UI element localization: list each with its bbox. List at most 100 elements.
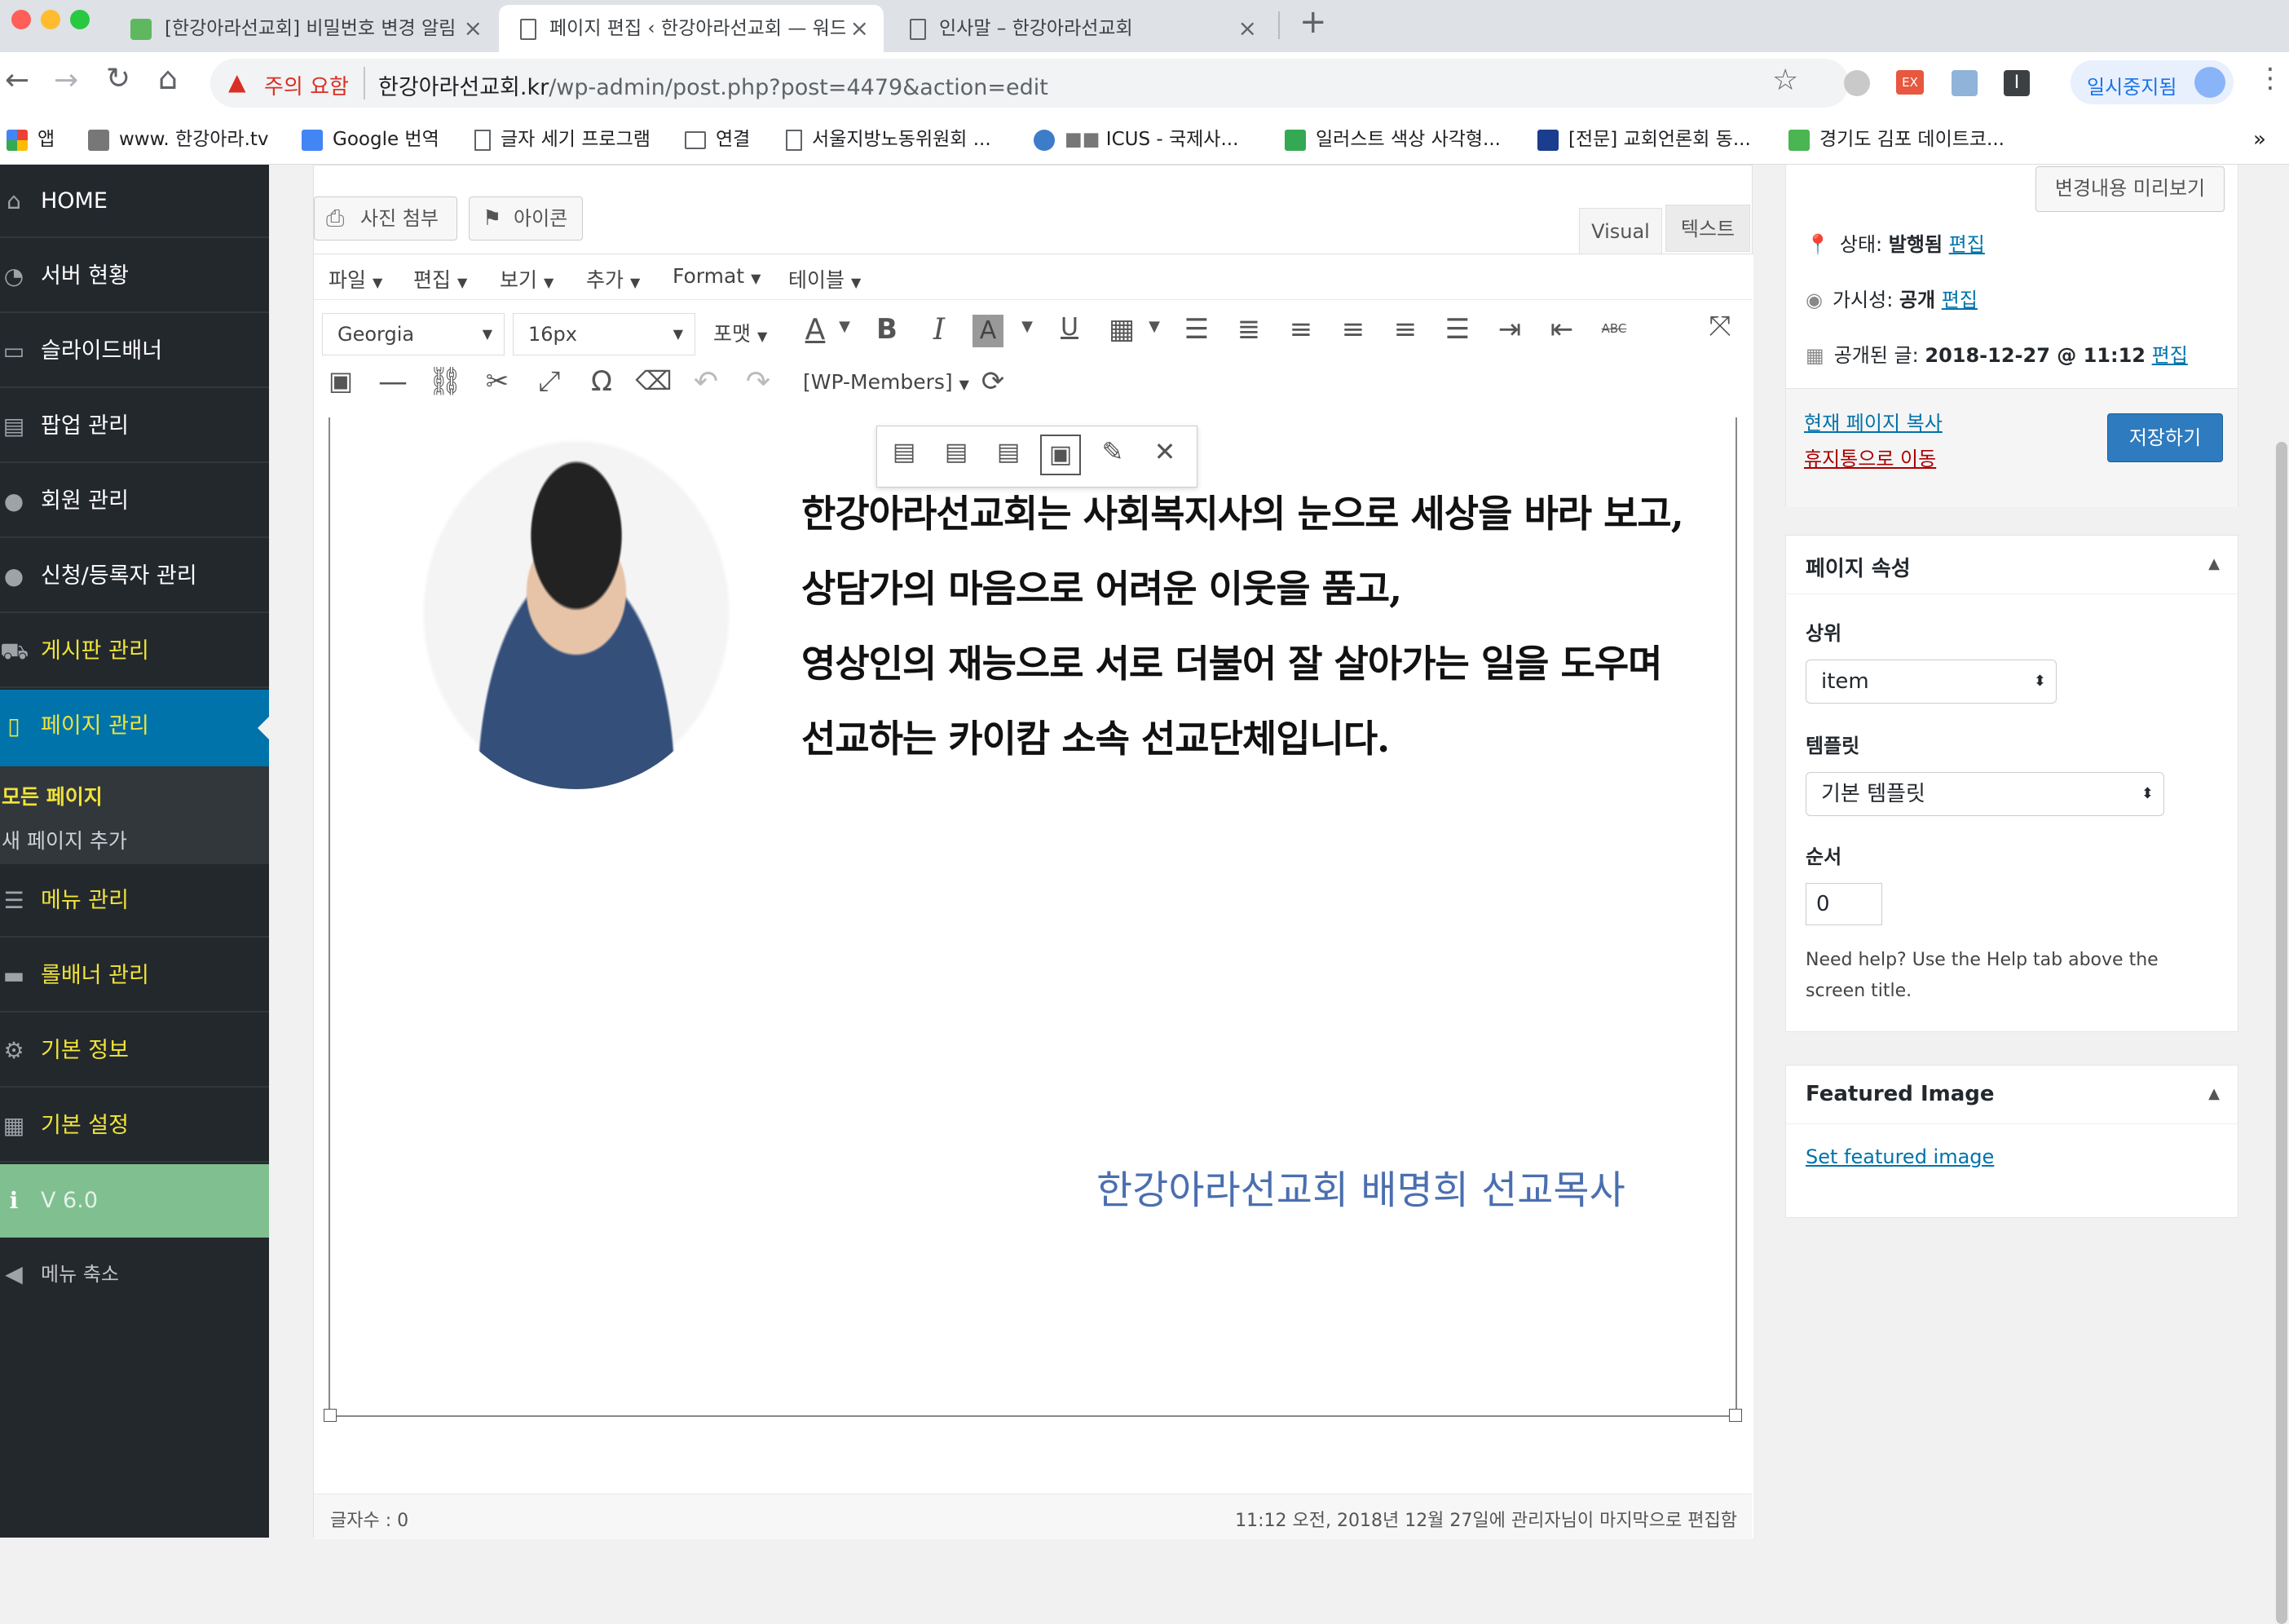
menu-basic-info[interactable]: ⚙ 기본 정보 bbox=[0, 1014, 269, 1088]
scrollbar-thumb[interactable] bbox=[2276, 442, 2287, 1624]
expand-icon[interactable]: ⤢ bbox=[531, 365, 568, 398]
author-photo[interactable] bbox=[420, 437, 733, 789]
edit-pencil-icon[interactable]: ✎ bbox=[1094, 436, 1131, 467]
bookmark-item[interactable]: [전문] 교회언론회 동... bbox=[1537, 114, 1751, 165]
menu-format[interactable]: Format ▼ bbox=[673, 264, 761, 288]
undo-icon[interactable]: ↶ bbox=[687, 365, 725, 399]
collapse-arrow-icon[interactable]: ▲ bbox=[2208, 555, 2220, 572]
back-icon[interactable]: ← bbox=[5, 64, 29, 97]
security-warning[interactable]: 주의 요함 bbox=[264, 70, 349, 100]
refresh-icon[interactable]: ⟳ bbox=[974, 365, 1012, 398]
copy-page-link[interactable]: 현재 페이지 복사 bbox=[1804, 407, 1943, 435]
redo-icon[interactable]: ↷ bbox=[739, 365, 777, 399]
tab-visual[interactable]: Visual bbox=[1579, 208, 1662, 254]
save-button[interactable]: 저장하기 bbox=[2107, 413, 2223, 462]
font-size-select[interactable]: 16px ▼ bbox=[513, 313, 695, 355]
icon-button[interactable]: ⚑ 아이콘 bbox=[469, 196, 583, 241]
menu-insert[interactable]: 추가 ▼ bbox=[586, 264, 640, 293]
remove-icon[interactable]: ✕ bbox=[1146, 436, 1184, 467]
window-minimize-button[interactable] bbox=[41, 10, 60, 29]
menu-registrants[interactable]: ● 신청/등록자 관리 bbox=[0, 540, 269, 613]
numbered-list-icon[interactable]: ≣ bbox=[1230, 313, 1268, 346]
close-tab-icon[interactable]: × bbox=[1238, 5, 1257, 52]
align-justify-icon[interactable]: ☰ bbox=[1439, 313, 1476, 346]
special-character-icon[interactable]: Ω bbox=[583, 365, 620, 398]
horizontal-line-icon[interactable]: — bbox=[374, 365, 412, 399]
extension-icon[interactable] bbox=[1952, 70, 1978, 96]
browser-tab[interactable]: 인사말 – 한강아라선교회 × bbox=[889, 5, 1272, 52]
strikethrough-icon[interactable]: ABC bbox=[1595, 321, 1633, 336]
align-left-icon[interactable]: ▤ bbox=[885, 438, 923, 466]
reload-icon[interactable]: ↻ bbox=[106, 62, 130, 95]
extension-icon[interactable] bbox=[1844, 70, 1870, 96]
menu-pages-active[interactable]: ▯ 페이지 관리 bbox=[0, 690, 269, 766]
add-media-button[interactable]: ⎙ 사진 첨부 bbox=[314, 196, 457, 241]
order-input[interactable]: 0 bbox=[1806, 883, 1882, 925]
font-family-select[interactable]: Georgia ▼ bbox=[322, 313, 505, 355]
window-close-button[interactable] bbox=[11, 10, 31, 29]
move-to-trash-link[interactable]: 휴지통으로 이동 bbox=[1804, 443, 1936, 471]
extension-ex-icon[interactable]: EX bbox=[1896, 70, 1924, 95]
menu-menus[interactable]: ☰ 메뉴 관리 bbox=[0, 864, 269, 938]
resize-handle[interactable] bbox=[324, 1409, 337, 1422]
close-tab-icon[interactable]: × bbox=[845, 5, 869, 52]
menu-home[interactable]: ⌂ HOME bbox=[0, 165, 269, 238]
edit-status-link[interactable]: 편집 bbox=[1949, 233, 1985, 256]
bookmark-item[interactable]: www. 한강아라.tv bbox=[88, 114, 269, 165]
extension-info-icon[interactable]: I bbox=[2004, 70, 2030, 96]
align-left-icon[interactable]: ≡ bbox=[1282, 313, 1320, 346]
tab-text[interactable]: 텍스트 bbox=[1665, 205, 1750, 252]
bookmark-item[interactable]: 경기도 김포 데이트코... bbox=[1788, 114, 2005, 165]
submenu-add-page[interactable]: 새 페이지 추가 bbox=[2, 825, 127, 854]
preview-changes-button[interactable]: 변경내용 미리보기 bbox=[2035, 166, 2225, 212]
fullscreen-icon[interactable]: ⤧ bbox=[1701, 310, 1739, 342]
menu-collapse[interactable]: ◀ 메뉴 축소 bbox=[0, 1238, 269, 1311]
bookmark-item[interactable]: ■■ ICUS - 국제사... bbox=[1034, 114, 1238, 165]
new-tab-icon[interactable]: + bbox=[1299, 3, 1327, 41]
content-area[interactable]: ▤ ▤ ▤ ▣ ✎ ✕ 한강아라선교회는 사회복지사의 눈으로 세상을 바라 보… bbox=[324, 417, 1742, 1422]
menu-view[interactable]: 보기 ▼ bbox=[500, 264, 554, 293]
profile-chip[interactable]: 일시중지됨 bbox=[2071, 60, 2234, 104]
scrollbar-track[interactable] bbox=[2274, 165, 2289, 1624]
menu-edit[interactable]: 편집 ▼ bbox=[413, 264, 467, 293]
align-right-icon[interactable]: ▤ bbox=[990, 438, 1027, 466]
indent-icon[interactable]: ⇥ bbox=[1491, 313, 1528, 346]
menu-basic-settings[interactable]: ▦ 기본 설정 bbox=[0, 1089, 269, 1163]
address-bar[interactable]: ▲ 주의 요함 한강아라선교회.kr/wp-admin/post.php?pos… bbox=[210, 59, 1849, 108]
box-header[interactable]: Featured Image ▲ bbox=[1786, 1066, 2238, 1124]
align-center-icon[interactable]: ▤ bbox=[937, 438, 975, 466]
paste-icon[interactable]: ▣ bbox=[322, 365, 359, 396]
align-none-icon[interactable]: ▣ bbox=[1040, 435, 1081, 475]
format-dropdown[interactable]: 포맷 ▼ bbox=[713, 318, 767, 347]
browser-tab-active[interactable]: 페이지 편집 ‹ 한강아라선교회 — 워드 × bbox=[499, 5, 884, 52]
forward-icon[interactable]: → bbox=[54, 64, 78, 97]
bullet-list-icon[interactable]: ☰ bbox=[1178, 313, 1215, 346]
submenu-all-pages[interactable]: 모든 페이지 bbox=[2, 781, 103, 810]
bookmark-item[interactable]: 글자 세기 프로그램 bbox=[474, 114, 651, 165]
background-color-icon[interactable]: A bbox=[972, 315, 1003, 347]
caret-down-icon[interactable]: ▼ bbox=[826, 318, 863, 335]
edit-visibility-link[interactable]: 편집 bbox=[1942, 289, 1978, 311]
clear-formatting-icon[interactable]: ⌫ bbox=[635, 365, 673, 396]
menu-kebab-icon[interactable]: ⋮ bbox=[2256, 62, 2284, 95]
template-select[interactable]: 기본 템플릿 ⬍ bbox=[1806, 772, 2164, 816]
menu-board[interactable]: ⛟ 게시판 관리 bbox=[0, 615, 269, 688]
home-icon[interactable]: ⌂ bbox=[158, 60, 178, 96]
collapse-arrow-icon[interactable]: ▲ bbox=[2208, 1085, 2220, 1102]
edit-date-link[interactable]: 편집 bbox=[2152, 344, 2188, 367]
wp-members-dropdown[interactable]: [WP-Members] ▼ bbox=[803, 370, 969, 394]
bookmark-star-icon[interactable]: ☆ bbox=[1772, 64, 1798, 97]
unlink-icon[interactable]: ✂ bbox=[479, 365, 516, 398]
caret-down-icon[interactable]: ▼ bbox=[1136, 318, 1173, 335]
italic-icon[interactable]: I bbox=[920, 313, 958, 346]
caret-down-icon[interactable]: ▼ bbox=[1008, 318, 1046, 335]
bookmark-item[interactable]: 서울지방노동위원회 ... bbox=[786, 114, 991, 165]
bookmark-item[interactable]: Google 번역 bbox=[302, 114, 439, 165]
link-icon[interactable]: ⛓ bbox=[426, 365, 464, 398]
align-center-icon[interactable]: ≡ bbox=[1334, 313, 1372, 346]
resize-handle[interactable] bbox=[1729, 1409, 1742, 1422]
align-right-icon[interactable]: ≡ bbox=[1387, 313, 1424, 346]
menu-roll-banner[interactable]: ▬ 롤배너 관리 bbox=[0, 939, 269, 1013]
bold-icon[interactable]: B bbox=[868, 313, 906, 346]
underline-icon[interactable]: U bbox=[1051, 313, 1088, 342]
